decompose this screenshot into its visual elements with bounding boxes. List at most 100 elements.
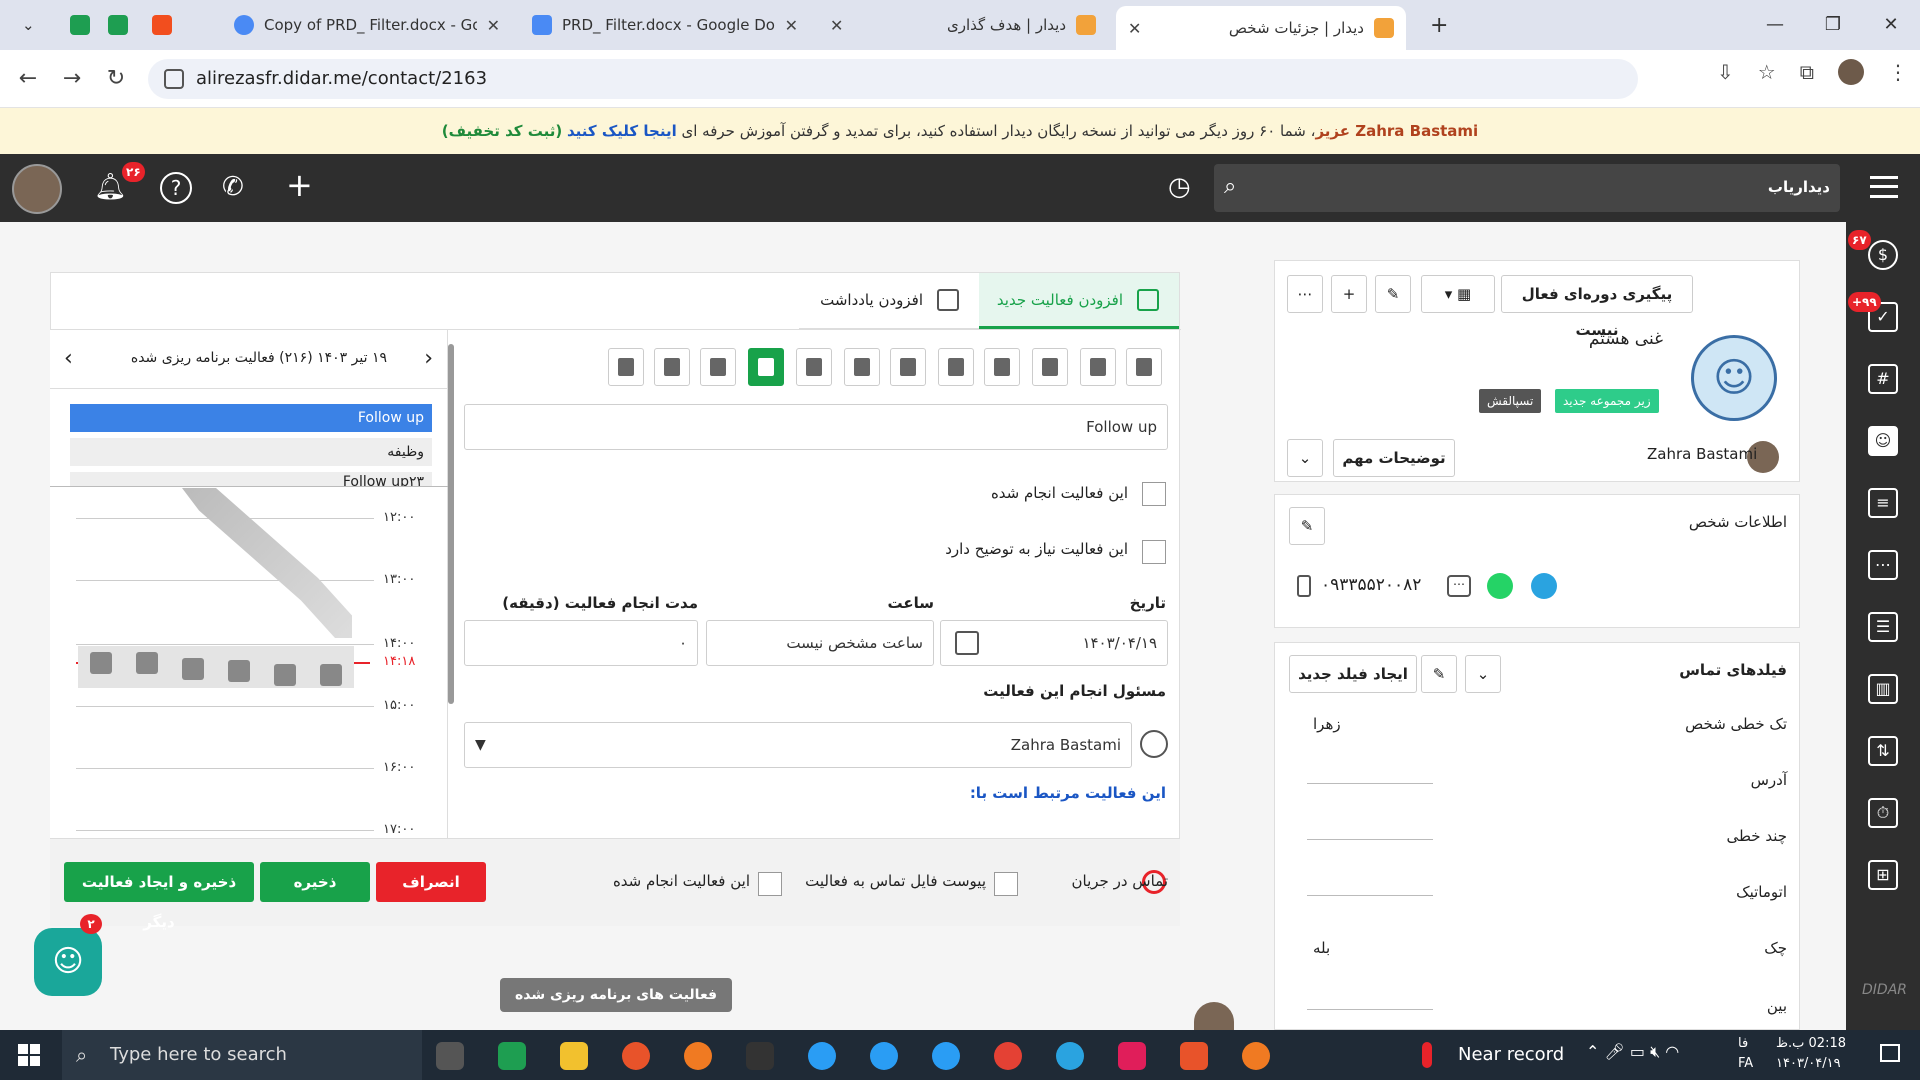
done-checkbox[interactable] (1142, 482, 1166, 506)
activity-title-input[interactable]: Follow up (464, 404, 1168, 450)
pipeline-button[interactable]: پیگیری دوره‌ای فعال نیست (1501, 275, 1693, 339)
dollar-icon[interactable]: $ (1868, 240, 1898, 270)
footer-done-checkbox[interactable] (758, 872, 782, 896)
chevron-down-icon[interactable]: ⌄ (1465, 655, 1501, 693)
chevron-left-icon[interactable]: ‹ (64, 346, 73, 371)
telegram-icon[interactable] (1056, 1042, 1084, 1070)
checkbox-icon[interactable] (938, 348, 974, 386)
coffee-icon[interactable] (700, 348, 736, 386)
owner-select[interactable]: Zahra Bastami ▼ (464, 722, 1132, 768)
event-icon[interactable] (90, 652, 112, 674)
contact-avatar[interactable]: ☺ (1691, 335, 1777, 421)
banner-link[interactable]: اینجا کلیک کنید (567, 122, 677, 140)
3cx-icon[interactable] (746, 1042, 774, 1070)
star-icon[interactable]: ☆ (1758, 60, 1776, 84)
file-explorer-icon[interactable] (560, 1042, 588, 1070)
chat-widget-icon[interactable]: ☺ (34, 928, 102, 996)
taskbar-search-input[interactable]: ⌕ Type here to search (62, 1030, 422, 1080)
needs-desc-checkbox[interactable] (1142, 540, 1166, 564)
history-icon[interactable]: ◷ (1168, 172, 1191, 202)
activity-type-icon[interactable] (796, 348, 832, 386)
minimize-icon[interactable]: — (1746, 0, 1804, 50)
edit-icon[interactable]: ✎ (1421, 655, 1457, 693)
app-icon[interactable] (684, 1042, 712, 1070)
site-info-icon[interactable] (164, 68, 184, 89)
extensions-icon[interactable]: ⧉ (1800, 60, 1814, 84)
list-item[interactable]: Follow up۲۳ (70, 472, 432, 486)
bell-icon[interactable]: 🔔︎ (94, 172, 127, 202)
field-value-line[interactable] (1307, 839, 1433, 840)
edit-icon[interactable]: ✎ (1289, 507, 1325, 545)
task-check-icon[interactable] (844, 348, 880, 386)
phone-number[interactable]: ۰۹۳۳۵۵۲۰۰۸۲ (1321, 575, 1421, 595)
close-icon[interactable]: ✕ (830, 16, 843, 35)
report-chart-icon[interactable]: ▥ (1868, 674, 1898, 704)
filter-icon[interactable]: ⇅ (1868, 736, 1898, 766)
close-icon[interactable]: ✕ (1128, 19, 1141, 38)
activity-type-icon[interactable] (1126, 348, 1162, 386)
new-field-button[interactable]: ایجاد فیلد جدید (1289, 655, 1417, 693)
event-icon[interactable] (136, 652, 158, 674)
event-row[interactable] (78, 646, 354, 688)
field-value[interactable]: زهرا (1313, 715, 1341, 733)
new-tab-button[interactable]: + (1418, 6, 1460, 44)
attach-checkbox[interactable] (994, 872, 1018, 896)
field-value-line[interactable] (1307, 1009, 1433, 1010)
chevron-down-icon[interactable]: ⌄ (1287, 439, 1323, 477)
contact-smile-icon[interactable]: ☺ (1868, 426, 1898, 456)
time-input[interactable]: ساعت مشخص نیست (706, 620, 934, 666)
app-icon[interactable] (1242, 1042, 1270, 1070)
app-icon[interactable] (1180, 1042, 1208, 1070)
tab-person-details[interactable]: دیدار | جزئیات شخص ✕ (1116, 6, 1406, 50)
event-icon[interactable] (274, 664, 296, 686)
task-view-icon[interactable] (436, 1042, 464, 1070)
scrollbar[interactable] (448, 344, 454, 704)
layout-dropdown[interactable]: ▾ ▦ (1421, 275, 1495, 313)
phone-call-icon[interactable] (748, 348, 784, 386)
tab-search-icon[interactable]: ⌄ (10, 6, 40, 44)
sms-icon[interactable]: ⋯ (1447, 575, 1471, 597)
date-input[interactable]: ۱۴۰۳/۰۴/۱۹ (940, 620, 1168, 666)
board-icon[interactable]: ☰ (1868, 612, 1898, 642)
tab-prd-filter[interactable]: PRD_ Filter.docx - Google Docs ✕ (520, 6, 810, 44)
planned-activities-button[interactable]: فعالیت های برنامه ریزی شده (500, 978, 732, 1012)
edit-icon[interactable]: ✎ (1375, 275, 1411, 313)
weather-label[interactable]: Near record (1458, 1044, 1564, 1065)
clock-time[interactable]: 02:18 ب.ظ (1776, 1036, 1846, 1051)
reload-icon[interactable]: ↻ (94, 66, 138, 91)
close-window-icon[interactable]: ✕ (1862, 0, 1920, 50)
edge-icon[interactable] (932, 1042, 960, 1070)
document-icon[interactable]: ≡ (1868, 488, 1898, 518)
help-icon[interactable]: ? (160, 172, 192, 204)
field-value-line[interactable] (1307, 783, 1433, 784)
important-notes-button[interactable]: توضیحات مهم (1333, 439, 1455, 477)
forward-icon[interactable]: → (50, 66, 94, 91)
cancel-button[interactable]: انصراف (376, 862, 486, 902)
sheets-icon[interactable] (58, 6, 90, 44)
save-button[interactable]: ذخیره (260, 862, 370, 902)
sheets-icon-2[interactable] (96, 6, 128, 44)
figma-icon[interactable] (140, 6, 172, 44)
calendar-icon[interactable] (955, 631, 979, 655)
menu-dots-icon[interactable]: ⋮ (1888, 60, 1908, 84)
notification-center-icon[interactable] (1880, 1044, 1900, 1062)
tab-goal-setting[interactable]: دیدار | هدف گذاری ✕ (818, 6, 1108, 44)
list-item[interactable]: Follow up (70, 404, 432, 432)
discount-code-link[interactable]: (ثبت کد تخفیف) (442, 122, 562, 140)
field-value[interactable]: بله (1313, 939, 1330, 957)
activity-type-icon[interactable] (608, 348, 644, 386)
activity-type-icon[interactable] (1080, 348, 1116, 386)
url-input[interactable]: alirezasfr.didar.me/contact/2163 (148, 58, 1638, 99)
duration-input[interactable]: ۰ (464, 620, 698, 666)
event-icon[interactable] (320, 664, 342, 686)
event-icon[interactable] (228, 660, 250, 682)
hashtag-icon[interactable]: # (1868, 364, 1898, 394)
save-and-new-button[interactable]: ذخیره و ایجاد فعالیت دیگر (64, 862, 254, 931)
copy-icon[interactable] (1032, 348, 1068, 386)
install-icon[interactable]: ⇩ (1717, 60, 1734, 84)
clock-date[interactable]: ۱۴۰۳/۰۴/۱۹ (1776, 1056, 1841, 1071)
close-icon[interactable]: ✕ (785, 16, 798, 35)
chat-icon[interactable]: ⋯ (1868, 550, 1898, 580)
tab-copy-prd[interactable]: Copy of PRD_ Filter.docx - Goo ✕ (222, 6, 512, 44)
gift-icon[interactable]: ⊞ (1868, 860, 1898, 890)
